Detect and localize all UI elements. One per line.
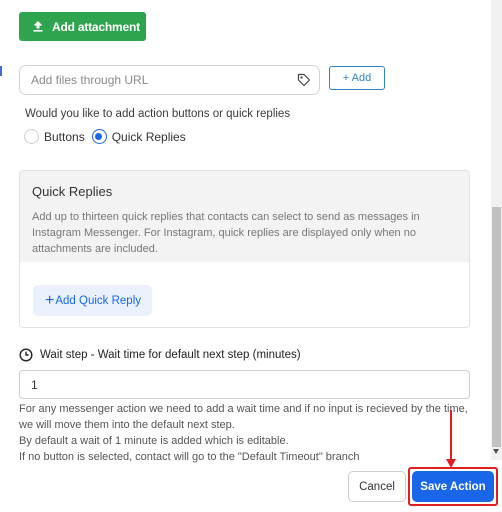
tag-icon[interactable] xyxy=(297,73,311,87)
wait-time-input[interactable]: 1 xyxy=(19,370,470,399)
add-url-button[interactable]: + Add xyxy=(329,66,385,90)
upload-icon xyxy=(33,21,43,32)
radio-buttons-label[interactable]: Buttons xyxy=(44,130,85,144)
action-type-question: Would you like to add action buttons or … xyxy=(25,108,291,120)
radio-quick-replies-label[interactable]: Quick Replies xyxy=(112,130,186,144)
add-quick-reply-label: Add Quick Reply xyxy=(55,294,141,307)
add-attachment-button[interactable]: Add attachment xyxy=(19,12,146,41)
quick-replies-panel: Quick Replies Add up to thirteen quick r… xyxy=(19,170,470,328)
wait-step-label: Wait step - Wait time for default next s… xyxy=(19,348,301,362)
plus-icon: + xyxy=(45,291,55,309)
annotation-arrow-line xyxy=(450,410,452,462)
scrollbar-thumb[interactable] xyxy=(492,207,501,447)
wait-step-label-text: Wait step - Wait time for default next s… xyxy=(40,349,301,361)
quick-replies-header: Quick Replies Add up to thirteen quick r… xyxy=(20,171,469,262)
add-quick-reply-button[interactable]: + Add Quick Reply xyxy=(33,285,152,316)
wait-note-line: For any messenger action we need to add … xyxy=(19,403,468,431)
radio-quick-replies[interactable] xyxy=(91,129,107,144)
vertical-scrollbar[interactable] xyxy=(491,0,502,460)
quick-replies-title: Quick Replies xyxy=(32,184,113,199)
wait-note-line: By default a wait of 1 minute is added w… xyxy=(19,435,289,447)
scroll-down-arrow-icon[interactable] xyxy=(493,449,499,454)
cancel-button[interactable]: Cancel xyxy=(348,471,406,502)
radio-buttons[interactable] xyxy=(24,129,39,144)
action-type-radio-group: Buttons Quick Replies xyxy=(24,129,186,144)
wait-step-notes: For any messenger action we need to add … xyxy=(19,401,479,465)
left-edge-marker xyxy=(0,66,2,76)
url-input-placeholder: Add files through URL xyxy=(31,73,149,87)
url-input[interactable]: Add files through URL xyxy=(19,65,320,95)
add-attachment-label: Add attachment xyxy=(52,19,140,34)
wait-note-line: If no button is selected, contact will g… xyxy=(19,451,360,463)
clock-icon xyxy=(19,348,33,362)
quick-replies-description: Add up to thirteen quick replies that co… xyxy=(32,211,420,255)
save-action-button[interactable]: Save Action xyxy=(412,471,494,502)
